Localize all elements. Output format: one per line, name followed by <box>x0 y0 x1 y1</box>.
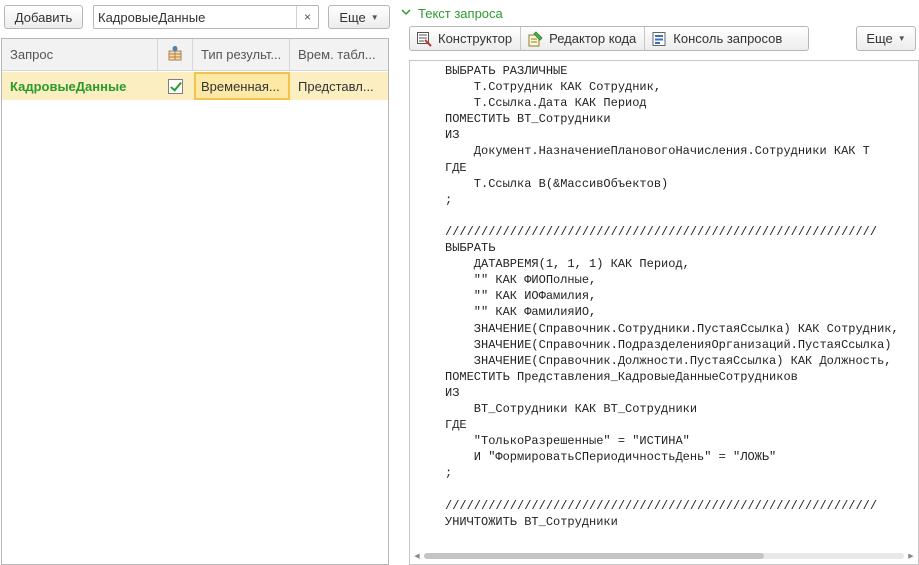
temp-table-cell[interactable]: Представл... <box>290 72 388 100</box>
add-button-label: Добавить <box>14 9 73 25</box>
code-line[interactable]: "" КАК ИОФамилия, <box>445 288 899 304</box>
code-line[interactable]: И "ФормироватьСПериодичностьДень" = "ЛОЖ… <box>445 449 899 465</box>
code-line[interactable] <box>445 481 899 497</box>
code-line[interactable]: ГДЕ <box>445 417 899 433</box>
table-header: Запрос Тип результ... Врем. табл... <box>2 39 388 71</box>
add-button[interactable]: Добавить <box>4 5 83 29</box>
search-input[interactable] <box>94 6 296 28</box>
code-line[interactable]: ПОМЕСТИТЬ Представления_КадровыеДанныеСо… <box>445 369 899 385</box>
code-editor-icon <box>527 30 543 47</box>
chevron-down-icon: ▼ <box>370 12 379 22</box>
query-text-editor[interactable]: ВЫБРАТЬ РАЗЛИЧНЫЕ Т.Сотрудник КАК Сотруд… <box>409 60 919 565</box>
query-name-cell[interactable]: КадровыеДанные <box>2 72 158 100</box>
code-line[interactable]: ДАТАВРЕМЯ(1, 1, 1) КАК Период, <box>445 256 899 272</box>
code-line[interactable]: ЗНАЧЕНИЕ(Справочник.Сотрудники.ПустаяСсы… <box>445 321 899 337</box>
code-line[interactable]: ВТ_Сотрудники КАК ВТ_Сотрудники <box>445 401 899 417</box>
code-line[interactable]: Т.Сотрудник КАК Сотрудник, <box>445 79 899 95</box>
code-line[interactable]: Документ.НазначениеПлановогоНачисления.С… <box>445 143 899 159</box>
code-line[interactable]: ИЗ <box>445 127 899 143</box>
clear-search-button[interactable]: × <box>296 6 318 28</box>
scroll-left-icon[interactable]: ◀ <box>412 550 422 562</box>
code-editor-button[interactable]: Редактор кода <box>521 27 646 50</box>
code-line[interactable]: ЗНАЧЕНИЕ(Справочник.Должности.ПустаяСсыл… <box>445 353 899 369</box>
scroll-right-icon[interactable]: ▶ <box>906 550 916 562</box>
code-line[interactable]: Т.Ссылка В(&МассивОбъектов) <box>445 176 899 192</box>
code-line[interactable]: "" КАК ФИОПолные, <box>445 272 899 288</box>
more-button-label: Еще <box>866 31 893 46</box>
more-button-label: Еще <box>339 9 366 25</box>
code-line[interactable]: "" КАК ФамилияИО, <box>445 304 899 320</box>
more-button-left[interactable]: Еще ▼ <box>328 5 390 29</box>
code-line[interactable]: УНИЧТОЖИТЬ ВТ_Сотрудники <box>445 514 899 530</box>
horizontal-scrollbar[interactable]: ◀ ▶ <box>412 550 916 562</box>
more-button-right[interactable]: Еще ▼ <box>856 26 916 51</box>
query-console-button[interactable]: Консоль запросов <box>645 27 790 50</box>
constructor-label: Конструктор <box>438 31 513 46</box>
scrollbar-thumb[interactable] <box>424 553 764 559</box>
column-header-query[interactable]: Запрос <box>2 39 158 70</box>
query-builder-icon <box>416 31 432 47</box>
query-toolbar-group: Конструктор Редактор кода Консоль запрос… <box>409 26 809 51</box>
scrollbar-track[interactable] <box>424 553 904 559</box>
pane-splitter[interactable] <box>392 0 398 565</box>
chevron-down-icon: ▼ <box>897 34 906 43</box>
code-editor-label: Редактор кода <box>549 31 637 46</box>
search-box[interactable]: × <box>93 5 319 29</box>
table-row[interactable]: КадровыеДанные Временная... Представл... <box>2 72 388 100</box>
console-icon <box>651 31 667 47</box>
result-type-cell[interactable]: Временная... <box>194 72 290 100</box>
constructor-button[interactable]: Конструктор <box>410 27 522 50</box>
query-console-label: Консоль запросов <box>673 31 783 46</box>
table-icon <box>167 45 183 64</box>
code-line[interactable]: ПОМЕСТИТЬ ВТ_Сотрудники <box>445 111 899 127</box>
code-line[interactable]: ГДЕ <box>445 160 899 176</box>
checkbox-cell[interactable] <box>158 72 193 100</box>
left-toolbar: Добавить × Еще ▼ <box>0 0 392 36</box>
code-line[interactable]: ////////////////////////////////////////… <box>445 498 899 514</box>
checkbox-checked[interactable] <box>168 78 183 94</box>
code-line[interactable] <box>445 208 899 224</box>
code-line[interactable]: ; <box>445 192 899 208</box>
column-header-icon[interactable] <box>158 39 193 70</box>
code-line[interactable]: ; <box>445 465 899 481</box>
column-header-temp-table[interactable]: Врем. табл... <box>290 39 388 70</box>
close-icon: × <box>303 10 311 24</box>
query-code[interactable]: ВЫБРАТЬ РАЗЛИЧНЫЕ Т.Сотрудник КАК Сотруд… <box>445 63 899 530</box>
column-header-result-type[interactable]: Тип результ... <box>193 39 290 70</box>
queries-table: Запрос Тип результ... Врем. табл... Кадр… <box>1 38 389 565</box>
temp-table-value: Представл... <box>298 78 374 94</box>
chevron-down-icon <box>401 8 411 19</box>
section-title: Текст запроса <box>418 5 503 21</box>
code-line[interactable]: ЗНАЧЕНИЕ(Справочник.ПодразделенияОрганиз… <box>445 337 899 353</box>
code-line[interactable]: Т.Ссылка.Дата КАК Период <box>445 95 899 111</box>
query-text-section-header[interactable]: Текст запроса <box>401 4 503 22</box>
result-type-value: Временная... <box>201 78 280 94</box>
code-line[interactable]: ВЫБРАТЬ <box>445 240 899 256</box>
code-line[interactable]: ////////////////////////////////////////… <box>445 224 899 240</box>
code-line[interactable]: "ТолькоРазрешенные" = "ИСТИНА" <box>445 433 899 449</box>
code-line[interactable]: ИЗ <box>445 385 899 401</box>
code-line[interactable]: ВЫБРАТЬ РАЗЛИЧНЫЕ <box>445 63 899 79</box>
